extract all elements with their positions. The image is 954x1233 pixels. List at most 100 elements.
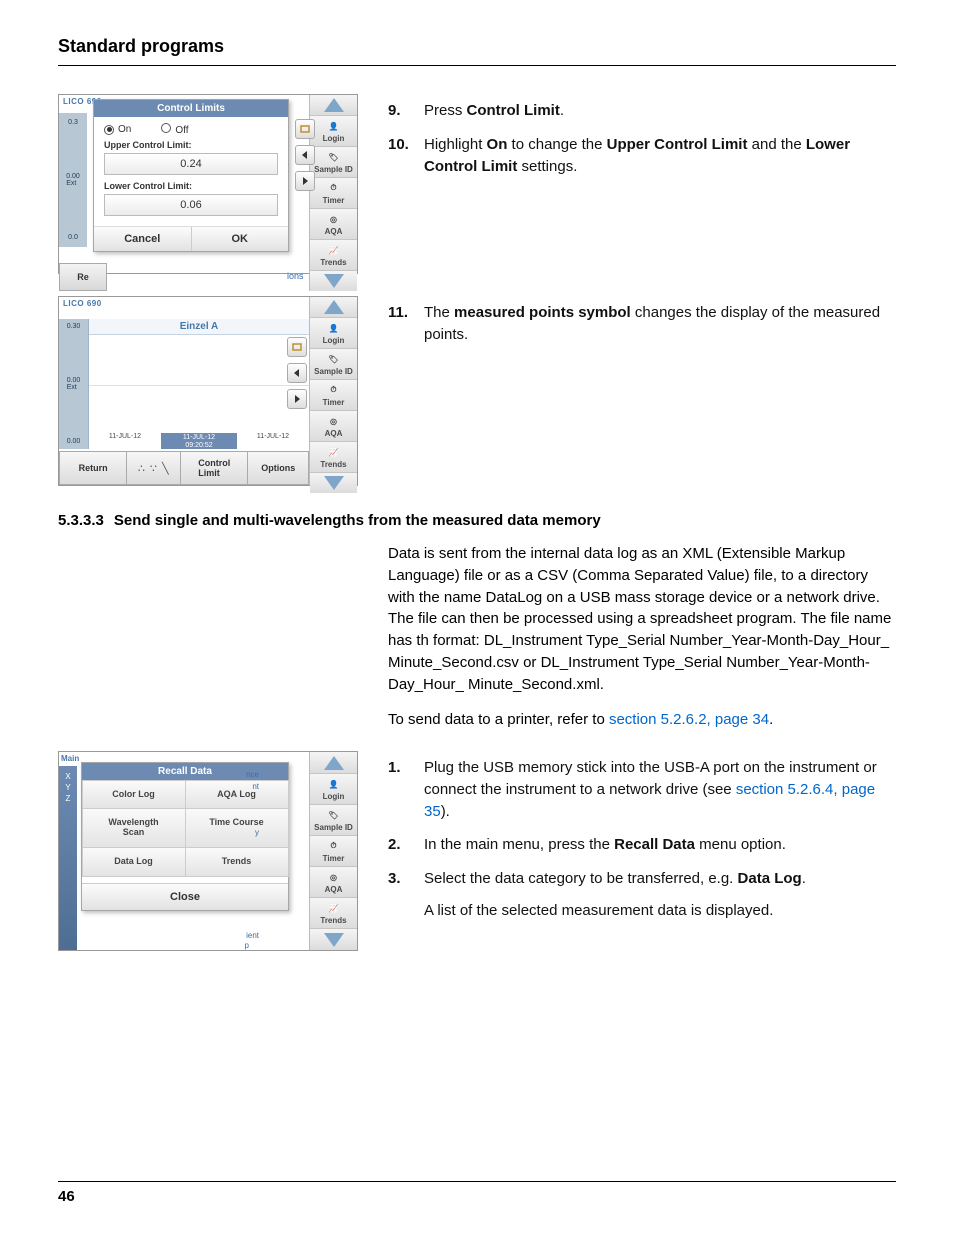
radio-on-icon (104, 125, 114, 135)
timer-button[interactable]: ⏱Timer (310, 380, 357, 411)
aqa-log-button[interactable]: AQA Log (185, 780, 289, 810)
screenshot-1-wrap: LICO 690 0.3 0.00 Ext 0.0 Control Limits… (58, 94, 358, 274)
section-number: 5.3.3.3 (58, 512, 104, 529)
step-1: 1.Plug the USB memory stick into the USB… (388, 757, 896, 822)
step-2: 2.In the main menu, press the Recall Dat… (388, 834, 896, 856)
color-log-button[interactable]: Color Log (82, 780, 186, 810)
sample-id-button[interactable]: 🏷Sample ID (310, 805, 357, 836)
close-button[interactable]: Close (82, 883, 288, 910)
block-1: LICO 690 0.3 0.00 Ext 0.0 Control Limits… (58, 94, 896, 274)
timer-button[interactable]: ⏱Timer (310, 836, 357, 867)
aqa-button[interactable]: ◎AQA (310, 411, 357, 442)
side-up[interactable] (310, 95, 357, 116)
return-button-partial[interactable]: Re (59, 263, 107, 291)
device-label: LICO 690 (63, 299, 102, 308)
section-title: Send single and multi-wavelengths from t… (114, 512, 601, 529)
lower-limit-label: Lower Control Limit: (104, 181, 278, 191)
usb-icon[interactable] (295, 119, 315, 139)
chart-bottom-bar: Return ∴ ∵ ╲ Control Limit Options (59, 451, 309, 485)
arrow-left-icon[interactable] (287, 363, 307, 383)
aqa-icon: ◎ (326, 414, 342, 428)
sample-id-button[interactable]: 🏷Sample ID (310, 147, 357, 178)
login-icon: 👤 (326, 321, 342, 335)
lower-limit-input[interactable]: 0.06 (104, 194, 278, 216)
login-button[interactable]: 👤Login (310, 774, 357, 805)
chevron-down-icon (324, 933, 344, 947)
upper-limit-input[interactable]: 0.24 (104, 153, 278, 175)
aqa-button[interactable]: ◎AQA (310, 209, 357, 240)
side-down[interactable] (310, 473, 357, 493)
sample-icon: 🏷 (326, 808, 342, 822)
timer-icon: ⏱ (326, 181, 342, 195)
step-3: 3.Select the data category to be transfe… (388, 868, 896, 922)
login-button[interactable]: 👤Login (310, 318, 357, 349)
trends-button[interactable]: 📈Trends (310, 442, 357, 473)
sample-id-button[interactable]: 🏷Sample ID (310, 349, 357, 380)
y-tick: 0.00 Ext (66, 173, 80, 187)
section-intro: Data is sent from the internal data log … (58, 543, 896, 731)
x-tick: 11-JUL-12 (237, 433, 309, 449)
side-toolbar: 👤Login 🏷Sample ID ⏱Timer ◎AQA 📈Trends (309, 752, 357, 950)
printer-ref-pre: To send data to a printer, refer to (388, 711, 609, 728)
page-footer: 46 (58, 1181, 896, 1205)
screenshot-2-wrap: LICO 690 0.30 0.00 Ext 0.00 Einzel A (58, 296, 358, 486)
timer-icon: ⏱ (326, 839, 342, 853)
side-up[interactable] (310, 297, 357, 318)
trends-icon: 📈 (326, 901, 342, 915)
left-strip: X Y Z (59, 766, 77, 950)
cancel-button[interactable]: Cancel (94, 227, 192, 251)
section-heading: 5.3.3.3 Send single and multi-wavelength… (58, 512, 896, 529)
page-header-title: Standard programs (58, 36, 896, 57)
data-log-button[interactable]: Data Log (82, 847, 186, 877)
upper-limit-label: Upper Control Limit: (104, 140, 278, 150)
chart-plot-area (89, 337, 309, 433)
control-limits-dialog: Control Limits On Off Upper Control Limi… (93, 99, 289, 252)
return-button[interactable]: Return (59, 451, 126, 485)
trends-button-grid[interactable]: Trends (185, 847, 289, 877)
step-11: 11.The measured points symbol changes th… (388, 302, 896, 346)
chart-title: Einzel A (89, 319, 309, 335)
wavelength-scan-button[interactable]: Wavelength Scan (82, 808, 186, 848)
time-course-button[interactable]: Time Course (185, 808, 289, 848)
options-button[interactable]: Options (247, 451, 309, 485)
timer-icon: ⏱ (326, 383, 342, 397)
side-down[interactable] (310, 929, 357, 950)
chevron-up-icon (324, 300, 344, 314)
y-axis: 0.30 0.00 Ext 0.00 (59, 319, 89, 449)
arrow-right-icon[interactable] (287, 389, 307, 409)
block-3: Main X Y Z Recall Data Color Log AQA Log… (58, 751, 896, 951)
radio-off-icon (161, 123, 171, 133)
trends-button[interactable]: 📈Trends (310, 898, 357, 929)
printer-ref-link[interactable]: section 5.2.6.2, page 34 (609, 711, 769, 728)
ok-button[interactable]: OK (192, 227, 289, 251)
arrow-right-icon[interactable] (295, 171, 315, 191)
block-2-text: 11.The measured points symbol changes th… (388, 296, 896, 358)
main-label: Main (61, 754, 79, 763)
strip-z: Z (66, 794, 71, 803)
side-down[interactable] (310, 271, 357, 291)
text-fragment: ions (287, 271, 304, 291)
radio-on[interactable]: On (104, 124, 131, 135)
y-tick: 0.30 (67, 323, 81, 330)
mid-icon-strip (295, 119, 315, 191)
aqa-icon: ◎ (326, 870, 342, 884)
usb-icon[interactable] (287, 337, 307, 357)
aqa-button[interactable]: ◎AQA (310, 867, 357, 898)
arrow-left-icon[interactable] (295, 145, 315, 165)
points-symbol-button[interactable]: ∴ ∵ ╲ (126, 451, 180, 485)
side-toolbar: 👤Login 🏷Sample ID ⏱Timer ◎AQA 📈Trends (309, 95, 357, 291)
text-fragment: y (255, 828, 259, 837)
x-axis-labels: 11-JUL-12 11-JUL-1209:20:52 11-JUL-12 (89, 433, 309, 449)
timer-button[interactable]: ⏱Timer (310, 178, 357, 209)
side-up[interactable] (310, 752, 357, 774)
sample-icon: 🏷 (326, 352, 342, 366)
control-limit-button[interactable]: Control Limit (180, 451, 247, 485)
chevron-down-icon (324, 274, 344, 288)
text-fragment: ient (246, 931, 259, 940)
login-icon: 👤 (326, 777, 342, 791)
section-paragraph: Data is sent from the internal data log … (388, 543, 896, 731)
trends-button[interactable]: 📈Trends (310, 240, 357, 271)
login-button[interactable]: 👤Login (310, 116, 357, 147)
y-axis: 0.3 0.00 Ext 0.0 (59, 113, 87, 247)
radio-off[interactable]: Off (161, 123, 188, 136)
